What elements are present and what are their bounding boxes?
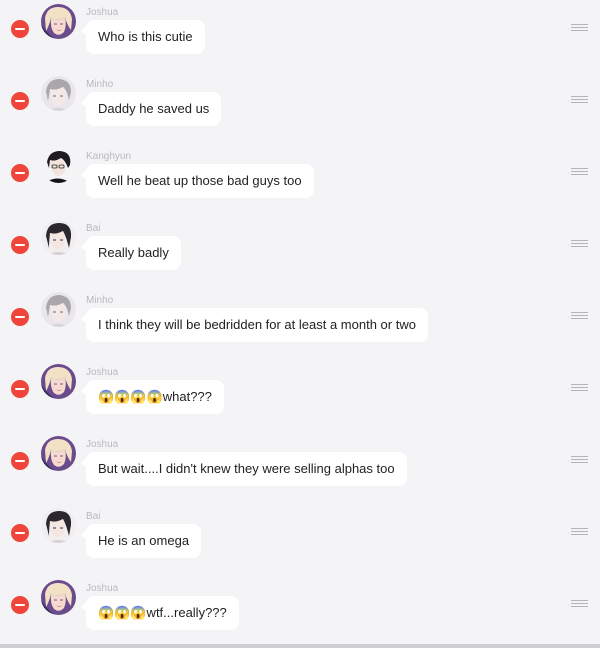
avatar-minho[interactable] <box>41 76 76 111</box>
message-bubble[interactable]: 😱😱😱wtf...really??? <box>81 596 239 630</box>
delete-message-button[interactable] <box>11 92 29 110</box>
avatar-joshua[interactable] <box>41 436 76 471</box>
sender-name: Joshua <box>86 439 119 450</box>
message-bubble[interactable]: 😱😱😱😱what??? <box>81 380 224 414</box>
delete-message-button[interactable] <box>11 20 29 38</box>
bottom-toolbar-edge <box>0 644 600 648</box>
avatar-bai[interactable] <box>41 508 76 543</box>
drag-handle-icon[interactable] <box>571 312 588 321</box>
drag-handle-icon[interactable] <box>571 528 588 537</box>
drag-handle-icon[interactable] <box>571 240 588 249</box>
message-row: Joshua 😱😱😱wtf...really??? <box>0 576 600 648</box>
message-row: Minho I think they will be bedridden for … <box>0 288 600 360</box>
message-row: Bai Really badly <box>0 216 600 288</box>
sender-name: Minho <box>86 295 114 306</box>
sender-name: Minho <box>86 79 114 90</box>
message-row: Joshua 😱😱😱😱what??? <box>0 360 600 432</box>
message-row: Joshua But wait....I didn't knew they wer… <box>0 432 600 504</box>
avatar-kanghyun[interactable] <box>41 148 76 183</box>
message-bubble[interactable]: Who is this cutie <box>81 20 205 54</box>
drag-handle-icon[interactable] <box>571 96 588 105</box>
message-row: Joshua Who is this cutie <box>0 0 600 72</box>
avatar-minho[interactable] <box>41 292 76 327</box>
drag-handle-icon[interactable] <box>571 456 588 465</box>
delete-message-button[interactable] <box>11 308 29 326</box>
delete-message-button[interactable] <box>11 452 29 470</box>
avatar-bai[interactable] <box>41 220 76 255</box>
chat-message-list: Joshua Who is this cutie Minho Daddy he sav… <box>0 0 600 644</box>
message-row: Kanghyun Well he beat up those bad guys t… <box>0 144 600 216</box>
drag-handle-icon[interactable] <box>571 24 588 33</box>
message-bubble[interactable]: Daddy he saved us <box>80 92 222 126</box>
message-row: Minho Daddy he saved us <box>0 72 600 144</box>
message-bubble[interactable]: Really badly <box>81 236 181 270</box>
delete-message-button[interactable] <box>11 380 29 398</box>
sender-name: Joshua <box>86 583 119 594</box>
sender-name: Bai <box>86 223 101 234</box>
sender-name: Joshua <box>86 7 119 18</box>
avatar-joshua[interactable] <box>41 364 76 399</box>
message-bubble[interactable]: But wait....I didn't knew they were sell… <box>81 452 407 486</box>
drag-handle-icon[interactable] <box>571 384 588 393</box>
message-row: Bai He is an omega <box>0 504 600 576</box>
delete-message-button[interactable] <box>11 596 29 614</box>
sender-name: Joshua <box>86 367 119 378</box>
delete-message-button[interactable] <box>11 236 29 254</box>
delete-message-button[interactable] <box>11 524 29 542</box>
avatar-joshua[interactable] <box>41 580 76 615</box>
message-bubble[interactable]: He is an omega <box>80 524 202 558</box>
drag-handle-icon[interactable] <box>571 600 588 609</box>
delete-message-button[interactable] <box>11 164 29 182</box>
drag-handle-icon[interactable] <box>571 168 588 177</box>
sender-name: Bai <box>86 511 101 522</box>
message-bubble[interactable]: I think they will be bedridden for at le… <box>81 308 428 342</box>
avatar-joshua[interactable] <box>41 4 76 39</box>
sender-name: Kanghyun <box>86 151 132 162</box>
message-bubble[interactable]: Well he beat up those bad guys too <box>81 164 314 198</box>
